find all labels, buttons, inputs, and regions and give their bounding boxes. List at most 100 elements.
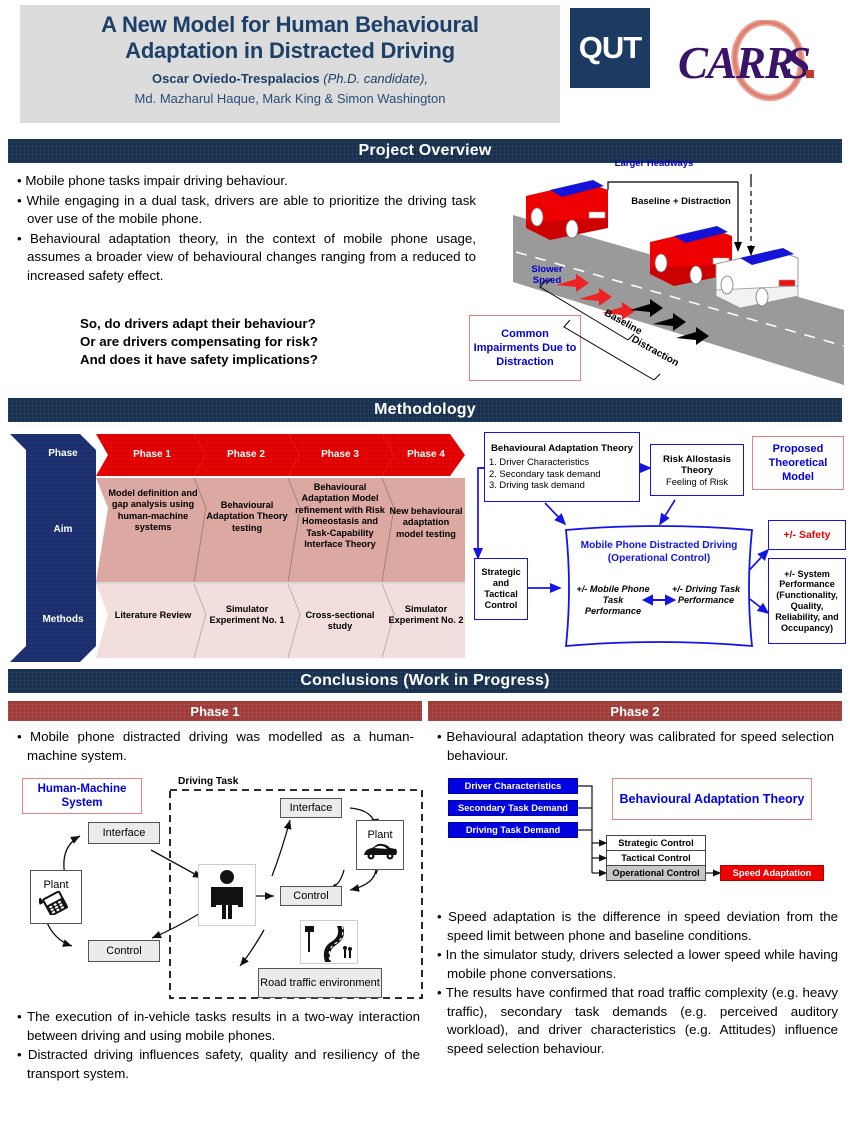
road-environment-box: Road traffic environment [258,968,382,998]
list-item: Behavioural adaptation theory, in the co… [14,230,476,286]
table-row-label: Phase [48,448,78,459]
right-control-box: Control [280,886,342,906]
behavioural-adaptation-theory-box: Behavioural Adaptation Theory 1. Driver … [484,432,640,502]
title-line-2: Adaptation in Distracted Driving [125,38,455,63]
phase1-top-bullets: Mobile phone distracted driving was mode… [14,728,414,766]
bat-input-driver-characteristics: Driver Characteristics [448,778,578,794]
phase2-top-bullets: Behavioural adaptation theory was calibr… [434,728,834,766]
table-cell-method: Cross-sectional study [305,610,375,632]
human-machine-system-diagram: Human-Machine System Driving Task Interf… [10,776,430,1004]
left-control-box: Control [88,940,160,962]
headway-diagram: Larger Headways Baseline + Distraction S… [488,158,845,385]
table-cell-aim: Behavioural Adaptation Model refinement … [295,482,385,550]
risk-allostasis-title: Risk Allostasis Theory [663,453,731,476]
proposed-theoretical-model-callout: Proposed Theoretical Model [752,436,844,490]
list-item: Mobile phone tasks impair driving behavi… [14,172,476,191]
table-col-header: Phase 3 [321,449,359,460]
list-item: Distracted driving influences safety, qu… [14,1046,420,1083]
mobile-phone-icon [39,891,68,915]
human-machine-system-callout: Human-Machine System [22,778,142,814]
table-cell-aim: Model definition and gap analysis using … [108,488,198,533]
research-question: So, do drivers adapt their behaviour? [80,316,316,331]
page-title: A New Model for Human Behavioural Adapta… [20,12,560,64]
table-cell-method: Literature Review [114,610,192,620]
overview-bullets: Mobile phone tasks impair driving behavi… [14,172,476,286]
coauthors: Md. Mazharul Haque, Mark King & Simon Wa… [134,91,446,106]
table-cell-aim: Behavioural Adaptation Theory testing [206,500,288,533]
risk-allostasis-theory-box: Risk Allostasis Theory Feeling of Risk [650,444,744,496]
poster-header: A New Model for Human Behavioural Adapta… [0,0,850,128]
phase-2-header: Phase 2 [428,701,842,721]
list-item: In the simulator study, drivers selected… [434,946,838,983]
carrs-q-logo: CARR S [660,20,840,104]
behavioural-adaptation-theory-diagram: Driver Characteristics Secondary Task De… [440,774,840,894]
person-icon [211,870,243,919]
svg-text:CARR: CARR [678,38,794,88]
right-plant-label: Plant [367,829,393,841]
section-header-conclusions: Conclusions (Work in Progress) [8,669,842,693]
phase2-bottom-bullets: Speed adaptation is the difference in sp… [434,908,838,1059]
table-row-label: Methods [42,614,84,625]
system-performance-box: +/- System Performance (Functionality, Q… [768,558,846,644]
list-item: Speed adaptation is the difference in sp… [434,908,838,945]
bat-operational-control: Operational Control [606,865,706,881]
bat-callout-title: Behavioural Adaptation Theory [612,778,812,820]
label-larger-headways: Larger Headways [614,158,694,169]
table-col-header: Phase 4 [407,449,445,460]
list-item: The execution of in-vehicle tasks result… [14,1008,420,1045]
table-cell-method: Simulator Experiment No. 1 [209,604,285,626]
phase-table-graphic [10,434,465,662]
table-cell-aim: New behavioural adaptation model testing [389,506,463,539]
right-interface-box: Interface [280,798,342,818]
bat-input-secondary-task-demand: Secondary Task Demand [448,800,578,816]
table-cell-method: Simulator Experiment No. 2 [388,604,464,626]
driving-task-performance: +/- Driving Task Performance [671,584,741,606]
section-header-methodology: Methodology [8,398,842,422]
driving-task-label: Driving Task [178,776,239,787]
phase1-bottom-bullets: The execution of in-vehicle tasks result… [14,1008,420,1084]
right-plant-box: Plant [356,820,404,870]
title-line-1: A New Model for Human Behavioural [101,12,479,37]
bat-tactical-control: Tactical Control [606,850,706,866]
research-question: Or are drivers compensating for risk? [80,334,318,349]
bat-speed-adaptation: Speed Adaptation [720,865,824,881]
methodology-phase-table: Phase Aim Methods Phase 1 Phase 2 Phase … [10,434,465,662]
list-item: Mobile phone distracted driving was mode… [14,728,414,765]
author-name: Oscar Oviedo-Trespalacios [151,71,320,86]
svg-text:S: S [786,38,811,88]
primary-author: Oscar Oviedo-Trespalacios (Ph.D. candida… [20,70,560,87]
table-col-header: Phase 1 [133,449,171,460]
proposed-theoretical-model-diagram: Behavioural Adaptation Theory 1. Driver … [470,428,846,663]
operational-control-title: Mobile Phone Distracted Driving (Operati… [580,540,738,564]
bat-strategic-control: Strategic Control [606,835,706,851]
carrs-logo-graphic: CARR S [678,20,814,102]
risk-allostasis-sub: Feeling of Risk [665,475,728,487]
author-role: (Ph.D. candidate), [323,71,429,86]
list-item: The results have confirmed that road tra… [434,984,838,1058]
qut-logo: QUT [570,8,650,88]
road-environment-icon-box [300,920,358,964]
car-icon [364,843,397,860]
strategic-tactical-control-box: Strategic and Tactical Control [474,558,528,620]
research-questions: So, do drivers adapt their behaviour? Or… [80,315,410,369]
mobile-phone-task-performance: +/- Mobile Phone Task Performance [576,584,650,617]
list-item: While engaging in a dual task, drivers a… [14,192,477,229]
table-col-header: Phase 2 [227,449,265,460]
left-plant-label: Plant [43,879,69,891]
research-question: And does it have safety implications? [80,352,318,367]
bat-title: Behavioural Adaptation Theory [491,443,633,455]
left-plant-box: Plant [30,870,82,924]
bat-input-driving-task-demand: Driving Task Demand [448,822,578,838]
left-interface-box: Interface [88,822,160,844]
phase-1-header: Phase 1 [8,701,422,721]
list-item: Behavioural adaptation theory was calibr… [434,728,834,765]
label-slower-speed: Slower Speed [531,264,563,286]
table-row-label: Aim [53,524,73,535]
bat-item: 2. Secondary task demand [489,467,601,479]
safety-outcome-box: +/- Safety [768,520,846,550]
road-traffic-icon [305,925,352,962]
human-icon-box [198,864,256,926]
bat-item: 1. Driver Characteristics [489,456,590,468]
label-baseline-plus-distraction: Baseline + Distraction [631,196,731,207]
bat-item: 3. Driving task demand [489,479,585,491]
